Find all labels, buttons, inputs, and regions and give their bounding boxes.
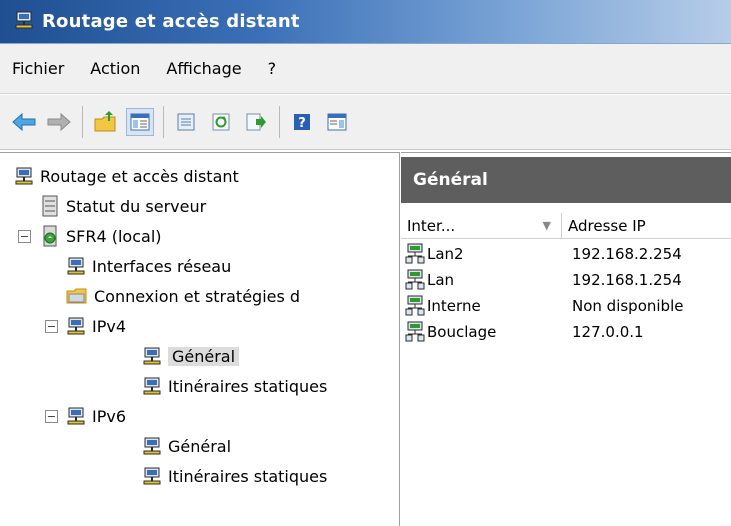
export-list-icon[interactable] <box>242 108 270 136</box>
menu-action[interactable]: Action <box>90 59 140 78</box>
routing-icon <box>142 436 162 456</box>
interface-ip: 127.0.0.1 <box>572 323 644 341</box>
routing-icon <box>14 166 34 186</box>
show-hide-tree-icon[interactable] <box>126 108 154 136</box>
up-folder-icon[interactable] <box>91 108 119 136</box>
title-bar[interactable]: Routage et accès distant <box>0 0 731 44</box>
toolbar-separator <box>163 106 164 138</box>
tree-item-label-selected: Général <box>168 346 240 366</box>
list-item[interactable]: Bouclage 127.0.0.1 <box>401 319 731 345</box>
list-item[interactable]: Lan 192.168.1.254 <box>401 267 731 293</box>
svg-text:?: ? <box>298 116 306 131</box>
tree-item-server-status[interactable]: Statut du serveur <box>0 191 399 221</box>
collapse-toggle[interactable]: − <box>45 409 58 423</box>
folder-icon <box>66 287 88 305</box>
column-header-ip-address[interactable]: Adresse IP <box>562 213 731 238</box>
network-interface-icon <box>405 269 425 291</box>
interface-ip: Non disponible <box>572 297 684 315</box>
interface-name: Lan2 <box>427 245 464 263</box>
window-title: Routage et accès distant <box>42 11 300 32</box>
details-header: Général <box>401 157 731 203</box>
tree-item-label: Connexion et stratégies d <box>94 286 301 306</box>
properties-icon[interactable] <box>172 108 200 136</box>
collapse-toggle[interactable]: − <box>45 319 58 333</box>
tree-item-label: SFR4 (local) <box>66 226 162 246</box>
help-icon[interactable]: ? <box>288 108 316 136</box>
menu-help[interactable]: ? <box>268 59 277 78</box>
tree-item-ipv6-static-routes[interactable]: Itinéraires statiques <box>0 461 399 491</box>
interface-ip: 192.168.1.254 <box>572 271 682 289</box>
menu-fichier[interactable]: Fichier <box>12 59 64 78</box>
tree-item-label: Routage et accès distant <box>40 166 239 186</box>
refresh-icon[interactable] <box>207 108 235 136</box>
column-header-label: Adresse IP <box>568 216 646 235</box>
interface-name: Lan <box>427 271 455 289</box>
interface-name: Bouclage <box>427 323 497 341</box>
network-interface-icon <box>405 295 425 317</box>
tree-item-ipv4[interactable]: − IPv4 <box>0 311 399 341</box>
column-header-label: Inter... <box>407 216 456 235</box>
network-interface-icon <box>405 243 425 265</box>
tree-item-connections[interactable]: Connexion et stratégies d <box>0 281 399 311</box>
interface-ip: 192.168.2.254 <box>572 245 682 263</box>
tree-item-ipv4-general[interactable]: Général <box>0 341 399 371</box>
collapse-toggle[interactable]: − <box>18 229 31 243</box>
list-item[interactable]: Interne Non disponible <box>401 293 731 319</box>
interface-name: Interne <box>427 297 481 315</box>
routing-icon <box>142 466 162 486</box>
details-pane: Général Inter... ▼ Adresse IP Lan2 192.1… <box>401 152 731 526</box>
tree-item-server[interactable]: − SFR4 (local) <box>0 221 399 251</box>
tree-item-label: Itinéraires statiques <box>168 376 328 396</box>
tree-item-label: Itinéraires statiques <box>168 466 328 486</box>
menu-affichage[interactable]: Affichage <box>166 59 241 78</box>
server-icon <box>40 225 60 247</box>
tree-item-label: IPv6 <box>92 406 127 426</box>
console-tree: Routage et accès distant Statut du serve… <box>0 152 400 526</box>
server-status-icon <box>40 195 60 217</box>
show-hide-action-pane-icon[interactable] <box>323 108 351 136</box>
tree-item-label: Interfaces réseau <box>92 256 232 276</box>
routing-icon <box>142 346 162 366</box>
tree-item-label: IPv4 <box>92 316 127 336</box>
tree-item-interfaces[interactable]: Interfaces réseau <box>0 251 399 281</box>
menu-bar: Fichier Action Affichage ? <box>0 44 731 94</box>
list-column-headers: Inter... ▼ Adresse IP <box>401 213 731 239</box>
toolbar-separator <box>82 106 83 138</box>
tree-item-root[interactable]: Routage et accès distant <box>0 161 399 191</box>
routing-icon <box>66 406 86 426</box>
interface-list: Lan2 192.168.2.254 Lan 192.168.1.254 Int… <box>401 239 731 345</box>
forward-arrow-icon[interactable] <box>45 108 73 136</box>
routing-app-icon <box>14 10 34 34</box>
sort-down-icon: ▼ <box>542 219 551 232</box>
tree-item-label: Général <box>168 436 232 456</box>
routing-icon <box>142 376 162 396</box>
routing-icon <box>66 316 86 336</box>
tree-item-ipv4-static-routes[interactable]: Itinéraires statiques <box>0 371 399 401</box>
list-item[interactable]: Lan2 192.168.2.254 <box>401 241 731 267</box>
tree-item-label: Statut du serveur <box>66 196 207 216</box>
tree-item-ipv6[interactable]: − IPv6 <box>0 401 399 431</box>
toolbar: ? <box>0 95 731 150</box>
network-interface-icon <box>405 321 425 343</box>
routing-icon <box>66 256 86 276</box>
toolbar-separator <box>279 106 280 138</box>
back-arrow-icon[interactable] <box>10 108 38 136</box>
tree-item-ipv6-general[interactable]: Général <box>0 431 399 461</box>
column-header-interface[interactable]: Inter... ▼ <box>401 213 562 238</box>
